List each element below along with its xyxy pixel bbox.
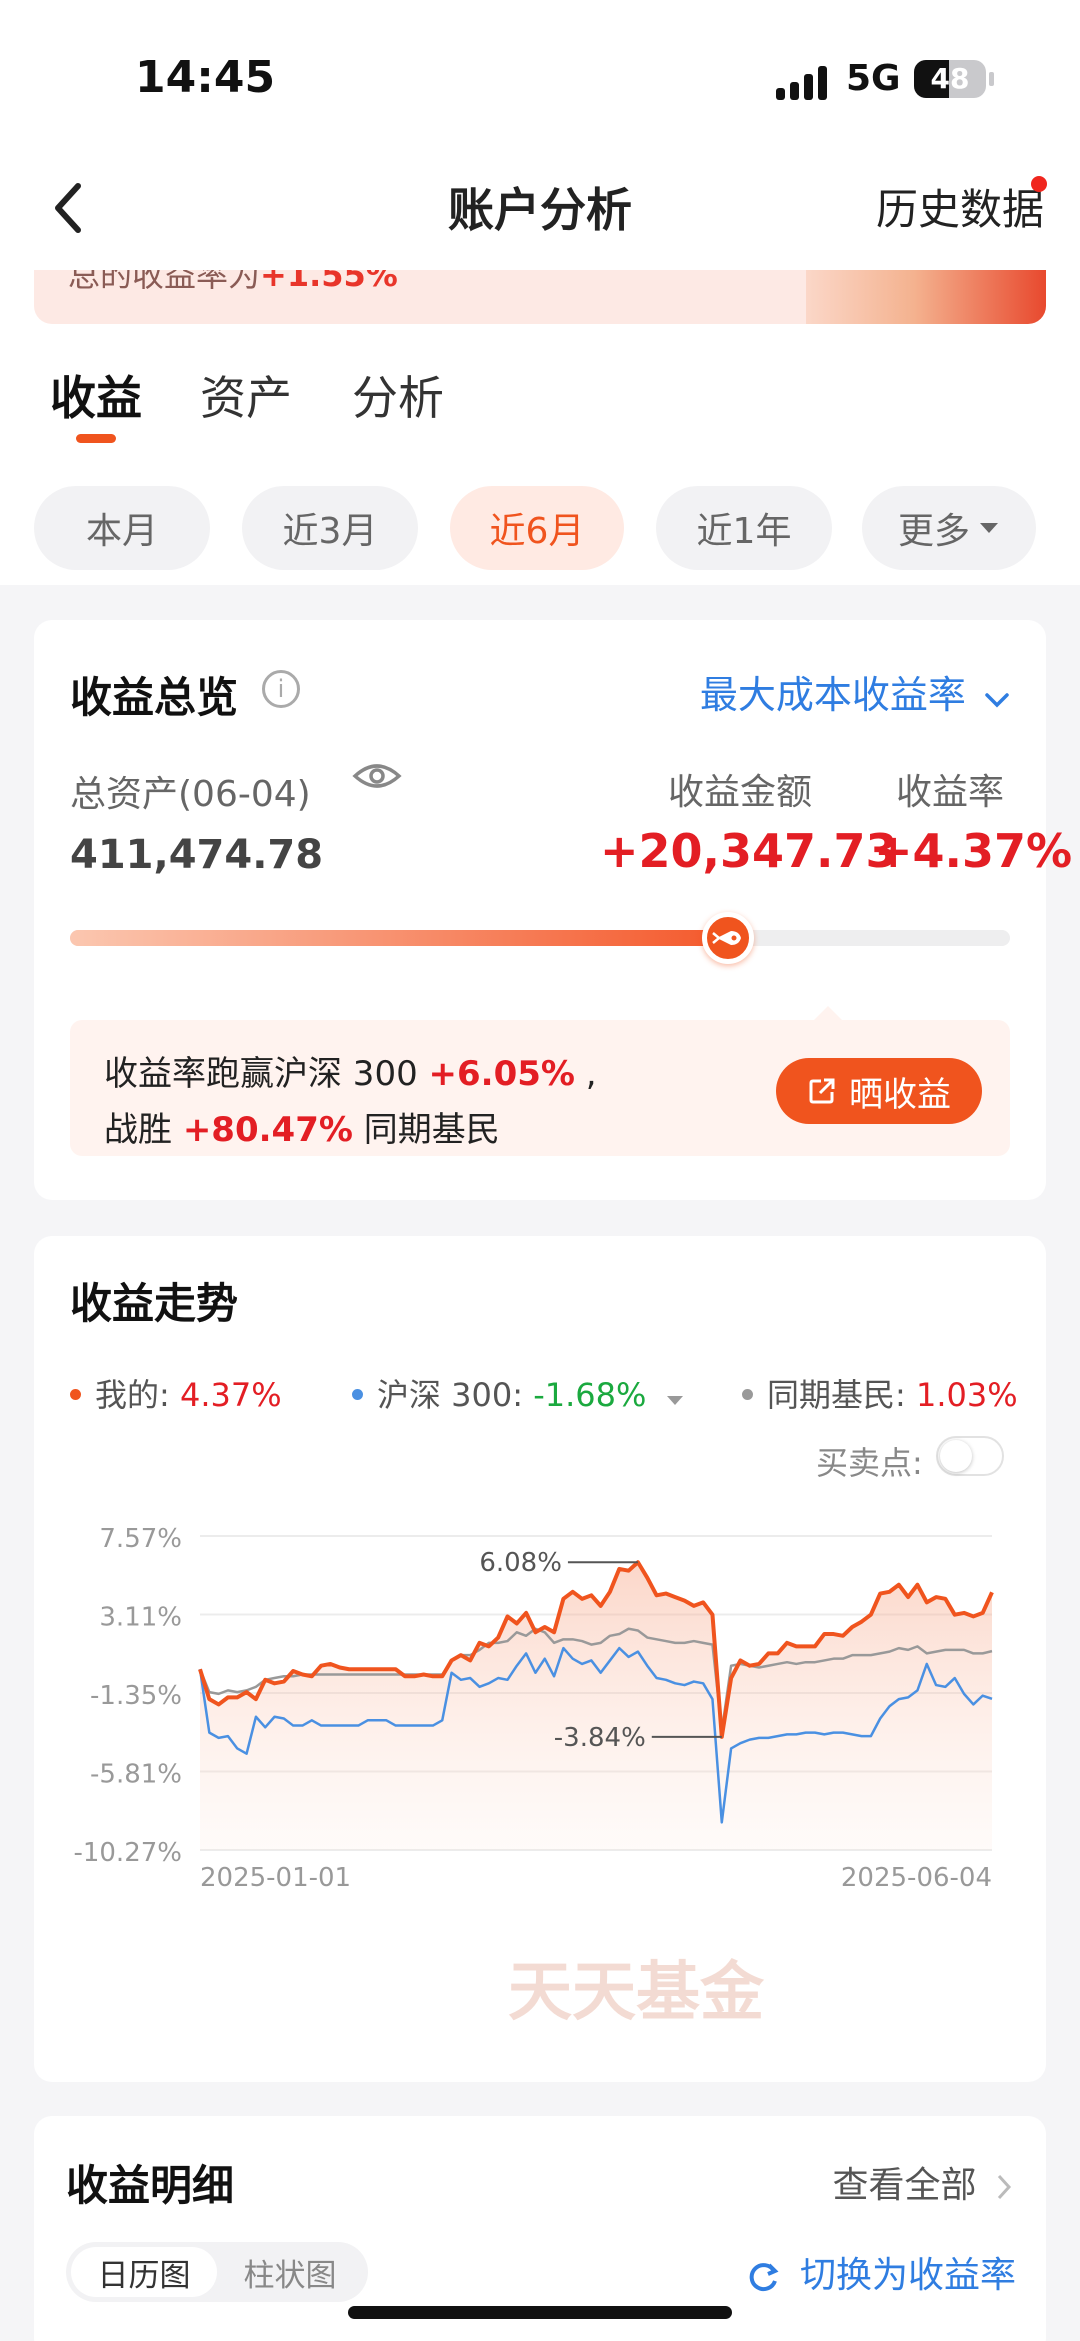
rate-type-label: 最大成本收益率	[699, 673, 966, 717]
banner-value: +1.55%	[260, 270, 398, 294]
tab-active-indicator	[76, 434, 116, 443]
pnl-label: 收益金额	[668, 772, 813, 813]
y-tick-label: -1.35%	[90, 1681, 182, 1711]
signal-icon	[776, 64, 828, 100]
legend-mine-value: 4.37%	[179, 1376, 282, 1414]
seg-calendar[interactable]: 日历图	[71, 2247, 217, 2297]
y-tick-label: 3.11%	[99, 1603, 182, 1633]
legend-peers-name: 同期基民	[767, 1376, 896, 1414]
summary-title: 收益总览	[70, 673, 239, 722]
earnings-line-chart[interactable]: 7.57% 3.11% -1.35% -5.81% -10.27% 天天基金 6.08%…	[34, 1476, 1046, 2036]
legend-peers: 同期基民: 1.03%	[742, 1370, 1018, 1416]
period-more-dropdown[interactable]: 更多	[862, 486, 1036, 570]
y-tick-label: 7.57%	[99, 1524, 182, 1554]
beat-value: +6.05%	[428, 1054, 575, 1094]
period-6-months[interactable]: 近6月	[450, 486, 624, 570]
period-3-months[interactable]: 近3月	[242, 486, 418, 570]
caret-down-icon	[666, 1396, 683, 1405]
earnings-summary-card: 收益总览 i 最大成本收益率 总资产(06-04) 411,474.78 收益金…	[34, 620, 1072, 1200]
x-tick-label: 2025-01-01	[200, 1863, 351, 1893]
legend-dot-peers	[742, 1388, 753, 1400]
legend-mine: 我的: 4.37%	[70, 1370, 282, 1416]
share-label: 晒收益	[849, 1074, 951, 1115]
total-assets-label: 总资产(06-04)	[70, 774, 311, 815]
detail-title: 收益明细	[66, 2161, 235, 2210]
legend-csi300-value: -1.68%	[533, 1376, 647, 1414]
rate-type-dropdown[interactable]: 最大成本收益率	[700, 664, 1010, 719]
battery-cap	[989, 72, 994, 86]
chevron-right-icon	[997, 2174, 1012, 2200]
view-all-label: 查看全部	[832, 2165, 977, 2206]
beat-index-text: 收益率跑赢沪深 300 +6.05% ,	[104, 1046, 597, 1095]
banner-prefix: 总的收益率为	[68, 270, 261, 294]
rocket-glyph	[712, 931, 741, 945]
pnl-value: +20,347.73	[600, 824, 898, 878]
network-type: 5G	[846, 58, 901, 99]
battery-icon: 48	[914, 60, 986, 98]
tab-earnings[interactable]: 收益	[50, 362, 142, 428]
x-axis-ticks: 2025-01-01 2025-06-04	[200, 1863, 992, 1893]
win-value: +80.47%	[182, 1110, 353, 1150]
watermark: 天天基金	[508, 1956, 765, 2030]
caret-down-icon	[980, 523, 998, 533]
legend-dot-mine	[70, 1388, 81, 1400]
chart-type-segment: 日历图 柱状图	[66, 2242, 368, 2302]
legend-peers-value: 1.03%	[915, 1376, 1018, 1414]
info-icon[interactable]: i	[262, 670, 300, 708]
benchmark-callout: 收益率跑赢沪深 300 +6.05% , 战胜 +80.47% 同期基民 晒收益	[70, 1020, 1010, 1156]
rate-value: +4.37%	[874, 824, 1073, 878]
beat-suffix: ,	[574, 1054, 597, 1094]
trend-title: 收益走势	[70, 1279, 239, 1328]
period-this-month[interactable]: 本月	[34, 486, 210, 570]
legend-mine-name: 我的	[95, 1376, 160, 1414]
rocket-icon	[702, 912, 754, 964]
switch-to-rate-button[interactable]: 切换为收益率	[745, 2246, 1016, 2298]
total-assets-value: 411,474.78	[70, 832, 324, 878]
win-suffix: 同期基民	[352, 1110, 500, 1150]
view-all-link[interactable]: 查看全部	[833, 2156, 1012, 2208]
banner-text: 总的收益率为+1.55%	[68, 270, 398, 296]
legend-csi300[interactable]: 沪深 300: -1.68%	[352, 1370, 685, 1416]
buy-sell-toggle[interactable]	[936, 1436, 1004, 1476]
x-tick-label: 2025-06-04	[841, 1863, 992, 1893]
notification-dot	[1031, 176, 1047, 192]
history-data-link[interactable]: 历史数据	[876, 176, 1044, 237]
legend-dot-csi300	[352, 1388, 363, 1400]
period-1-year[interactable]: 近1年	[656, 486, 832, 570]
period-more-label: 更多	[897, 511, 970, 552]
win-prefix: 战胜	[104, 1110, 183, 1150]
legend-csi300-name: 沪深 300	[377, 1376, 513, 1414]
seg-bar[interactable]: 柱状图	[217, 2247, 363, 2297]
share-icon	[809, 1078, 835, 1104]
rate-label: 收益率	[896, 772, 1005, 813]
chart-series	[198, 1560, 994, 1850]
refresh-icon	[749, 2263, 779, 2292]
tab-assets[interactable]: 资产	[200, 362, 292, 428]
switch-rate-label: 切换为收益率	[799, 2255, 1016, 2296]
tab-analysis[interactable]: 分析	[352, 362, 444, 428]
share-earnings-button[interactable]: 晒收益	[776, 1058, 982, 1124]
earnings-trend-card: 收益走势 我的: 4.37% 沪深 300: -1.68% 同期基民: 1.03…	[34, 1236, 1046, 2082]
promo-banner[interactable]: 总的收益率为+1.55%	[34, 270, 1046, 324]
toggle-knob	[940, 1440, 972, 1472]
y-tick-label: -10.27%	[73, 1838, 182, 1868]
home-indicator	[348, 2306, 732, 2319]
banner-illustration	[806, 270, 1046, 324]
min-label: -3.84%	[554, 1723, 646, 1753]
battery-level: 48	[930, 62, 970, 95]
earnings-progress-bar	[70, 912, 1010, 964]
beat-peers-text: 战胜 +80.47% 同期基民	[104, 1102, 500, 1151]
y-tick-label: -5.81%	[90, 1760, 182, 1790]
eye-icon[interactable]	[352, 760, 402, 792]
chevron-down-icon	[985, 693, 1009, 708]
progress-fill	[70, 930, 728, 946]
status-time: 14:45	[135, 52, 276, 103]
max-label: 6.08%	[479, 1548, 562, 1578]
beat-prefix: 收益率跑赢沪深 300	[104, 1054, 429, 1094]
y-axis-ticks: 7.57% 3.11% -1.35% -5.81% -10.27%	[73, 1524, 182, 1868]
